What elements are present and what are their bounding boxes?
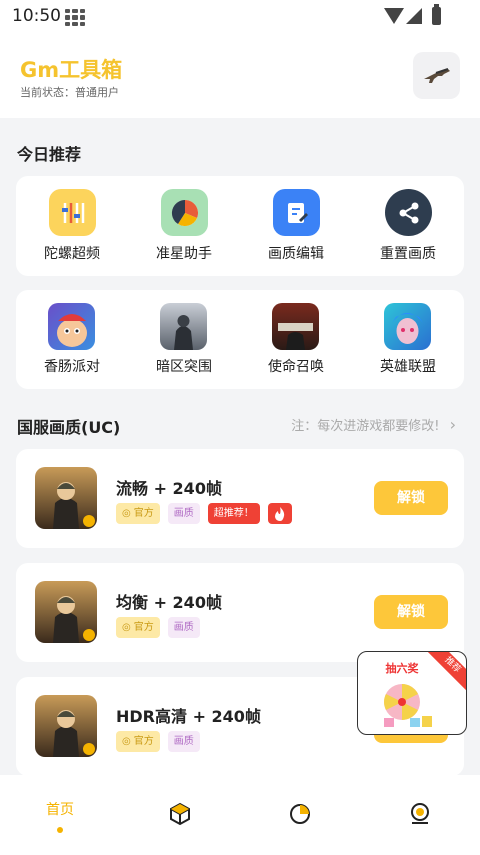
game-item-sausage-party[interactable]: 香肠派对 (16, 290, 128, 389)
game-item-league-of-legends[interactable]: 英雄联盟 (352, 290, 464, 389)
game-item-arena-breakout[interactable]: 暗区突围 (128, 290, 240, 389)
status-bar: 10:50 (0, 0, 480, 36)
tag-official: ◎ 官方 (116, 617, 160, 638)
game-label: 香肠派对 (44, 359, 100, 375)
pubg-thumbnail-icon (35, 695, 97, 757)
pie-chart-nav-icon (290, 804, 310, 824)
app-grid-icon (65, 9, 85, 26)
bottom-navigation: 首页 (0, 775, 480, 855)
tool-label: 重置画质 (380, 246, 436, 262)
nav-profile[interactable] (360, 775, 480, 855)
preset-title: 流畅 + 240帧 (116, 479, 222, 498)
tools-card: 陀螺超频 准星助手 画质编辑 重置画质 (16, 176, 464, 276)
arena-breakout-icon (160, 303, 207, 350)
lottery-widget[interactable]: 抽六奖 推荐 (357, 651, 467, 735)
prize-wheel-icon (384, 684, 432, 727)
game-label: 暗区突围 (156, 359, 212, 375)
battery-icon (432, 4, 441, 25)
game-item-call-of-duty[interactable]: 使命召唤 (240, 290, 352, 389)
games-card: 香肠派对 暗区突围 使命召唤 英雄联盟 (16, 290, 464, 389)
cube-icon (170, 802, 190, 826)
tag-quality: 画质 (167, 617, 200, 638)
unlock-button[interactable]: 解锁 (374, 481, 448, 515)
game-label: 使命召唤 (268, 359, 324, 375)
badge-icon: ◎ (122, 622, 131, 633)
app-header: Gm工具箱 当前状态：普通用户 (0, 36, 480, 118)
pie-chart-icon (161, 189, 208, 236)
fire-icon (267, 503, 292, 524)
user-status: 当前状态：普通用户 (20, 86, 119, 99)
tag-recommended: 超推荐！ (207, 503, 260, 524)
rifle-icon (423, 67, 450, 83)
sausage-party-icon (48, 303, 95, 350)
tool-label: 陀螺超频 (44, 246, 100, 262)
call-of-duty-icon (272, 303, 319, 350)
tool-item-quality-edit[interactable]: 画质编辑 (240, 176, 352, 276)
share-icon (385, 189, 432, 236)
tag-quality: 画质 (167, 503, 200, 524)
section-title-today: 今日推荐 (17, 145, 82, 164)
sliders-icon (49, 189, 96, 236)
pubg-thumbnail-icon (35, 581, 97, 643)
chevron-right-icon: › (449, 415, 456, 434)
badge-icon: ◎ (122, 736, 131, 747)
nav-home-label: 首页 (46, 802, 74, 818)
tag-official: ◎ 官方 (116, 503, 160, 524)
header-action-button[interactable] (413, 52, 460, 99)
nav-active-dot (57, 827, 63, 833)
nav-stats[interactable] (240, 775, 360, 855)
edit-document-icon (273, 189, 320, 236)
signal-icon (406, 8, 422, 24)
uc-note-text: 注：每次进游戏都要修改! (291, 419, 440, 434)
quality-preset-card[interactable]: 流畅 + 240帧 ◎ 官方 画质 超推荐！ 解锁 (16, 449, 464, 548)
tool-item-overclock[interactable]: 陀螺超频 (16, 176, 128, 276)
tag-quality: 画质 (167, 731, 200, 752)
tool-item-crosshair[interactable]: 准星助手 (128, 176, 240, 276)
nav-cube[interactable] (120, 775, 240, 855)
app-title: Gm工具箱 (20, 58, 123, 82)
user-icon (411, 803, 429, 824)
tool-label: 准星助手 (156, 246, 212, 262)
status-time: 10:50 (12, 6, 61, 26)
tool-item-reset[interactable]: 重置画质 (352, 176, 464, 276)
unlock-button[interactable]: 解锁 (374, 595, 448, 629)
preset-title: HDR高清 + 240帧 (116, 707, 261, 726)
nav-home[interactable]: 首页 (0, 775, 120, 855)
uc-note-link[interactable]: 注：每次进游戏都要修改! › (291, 415, 456, 434)
game-label: 英雄联盟 (380, 359, 436, 375)
wifi-icon (384, 8, 404, 24)
league-of-legends-icon (384, 303, 431, 350)
section-title-uc: 国服画质(UC) (17, 418, 121, 437)
quality-preset-card[interactable]: 均衡 + 240帧 ◎ 官方 画质 解锁 (16, 563, 464, 662)
preset-title: 均衡 + 240帧 (116, 593, 222, 612)
tool-label: 画质编辑 (268, 246, 324, 262)
badge-icon: ◎ (122, 508, 131, 519)
tag-official: ◎ 官方 (116, 731, 160, 752)
pubg-thumbnail-icon (35, 467, 97, 529)
